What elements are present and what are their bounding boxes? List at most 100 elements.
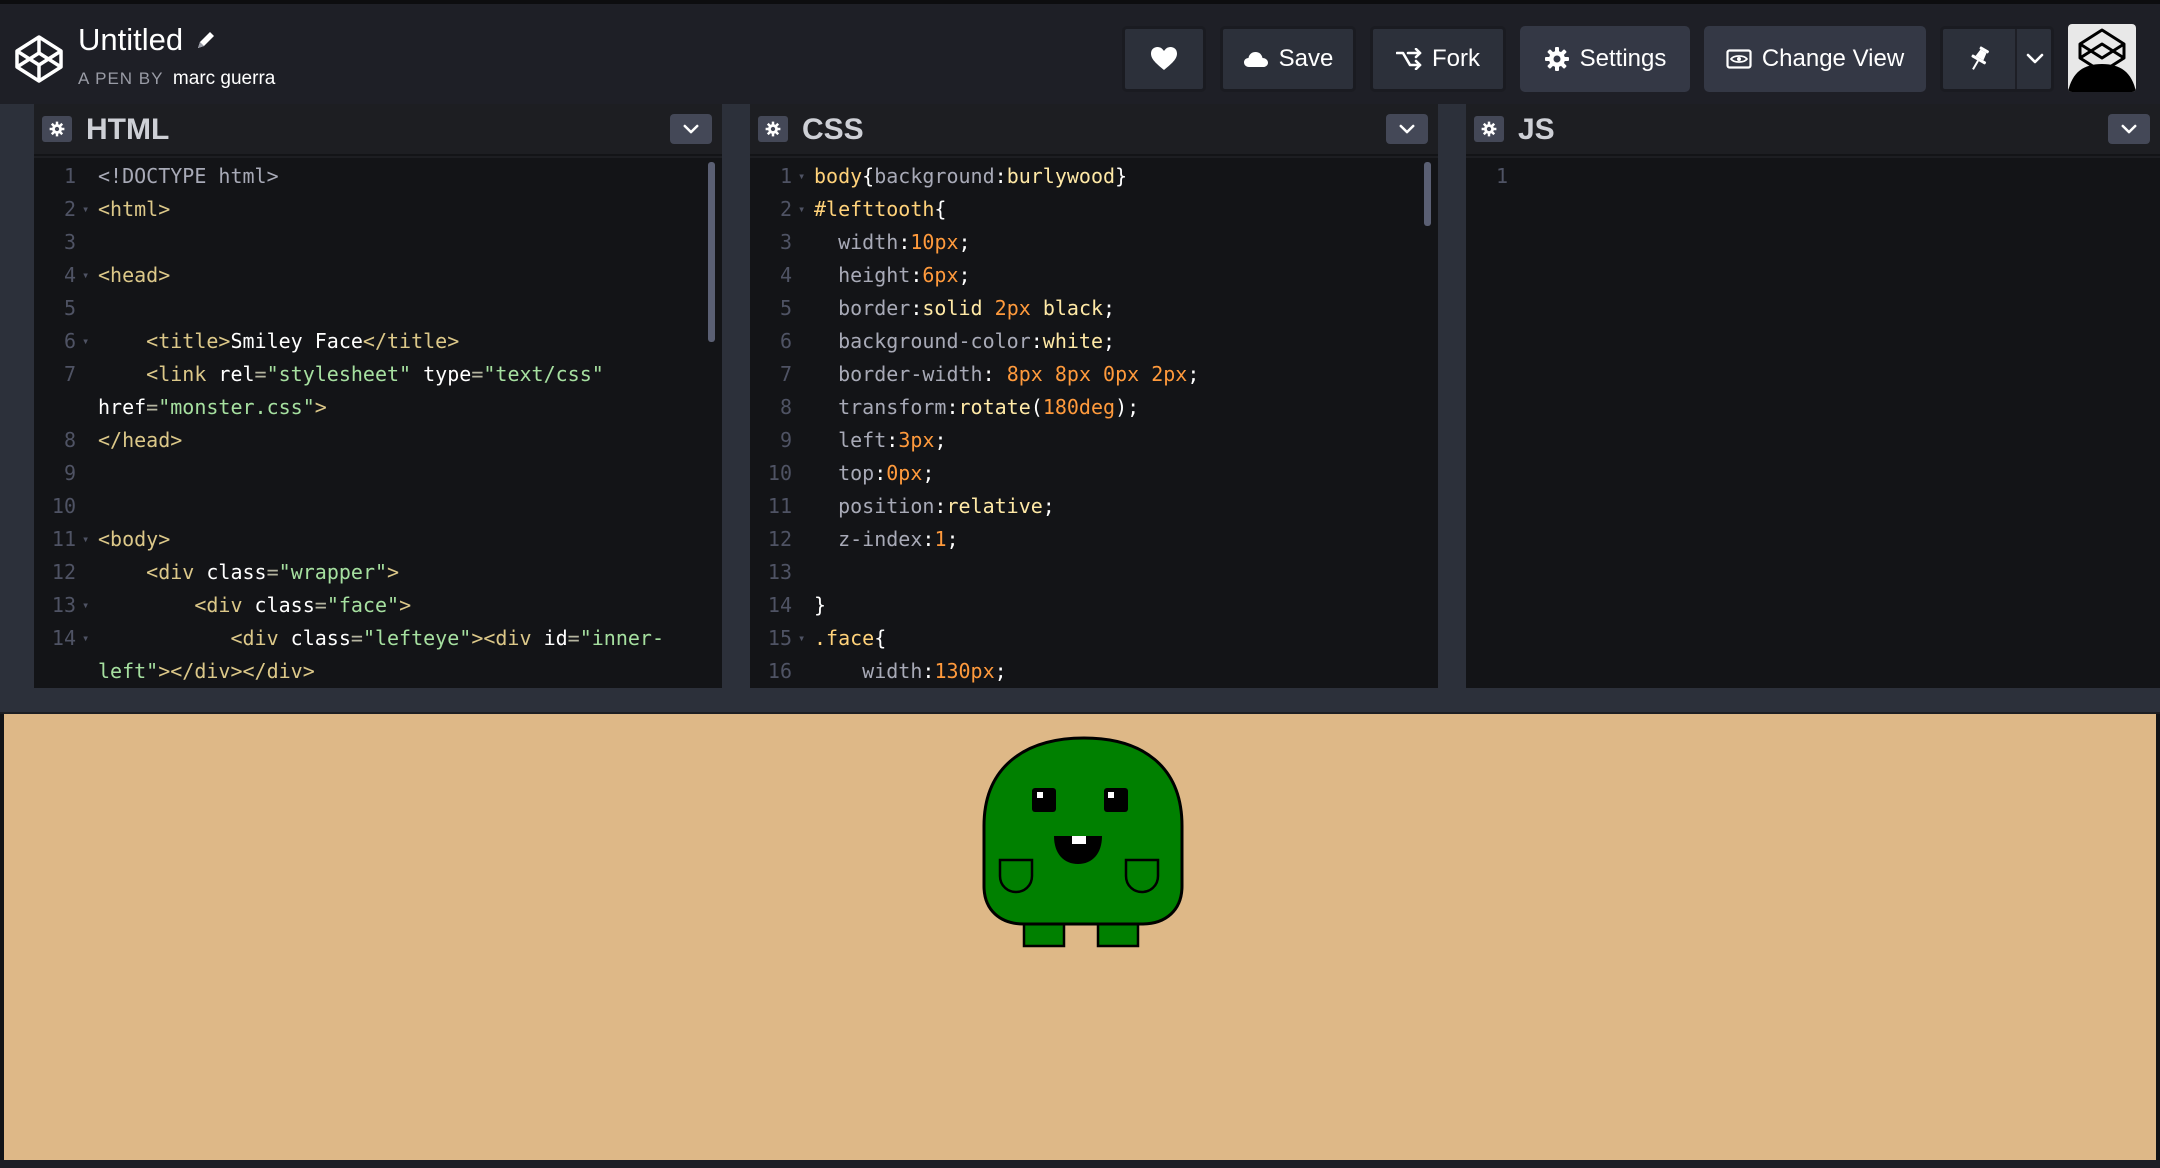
pencil-icon[interactable] [195,29,217,51]
line-number: 9 [63,461,76,485]
chevron-down-icon [2121,124,2137,133]
code-line[interactable]: 12 <div class="wrapper"> [34,556,722,589]
code-text: </head> [98,428,183,452]
code-line[interactable]: 8 transform:rotate(180deg); [750,391,1438,424]
fold-toggle-icon[interactable]: ▾ [82,523,89,556]
code-line[interactable]: 6 background-color:white; [750,325,1438,358]
code-line[interactable]: 12 z-index:1; [750,523,1438,556]
code-line[interactable]: 9 [34,457,722,490]
code-line[interactable]: 16 width:130px; [750,655,1438,688]
fold-toggle-icon[interactable]: ▾ [798,193,805,226]
code-line[interactable]: 11 ▾ <body> [34,523,722,556]
code-line[interactable]: 10 top:0px; [750,457,1438,490]
line-number: 13 [767,560,792,584]
code-line[interactable]: 2 ▾ <html> [34,193,722,226]
code-line[interactable]: 7 <link rel="stylesheet" type="text/css" [34,358,722,391]
html-settings-button[interactable] [42,116,72,142]
author-link[interactable]: marc guerra [173,68,275,89]
pin-dropdown-button[interactable] [2017,29,2053,89]
line-number: 7 [779,362,792,386]
fold-toggle-icon[interactable]: ▾ [798,622,805,655]
code-line[interactable]: 13 ▾ <div class="face"> [34,589,722,622]
top-header: Untitled A PEN BY marc guerra Save Fork [0,0,2160,104]
fold-toggle-icon[interactable]: ▾ [82,325,89,358]
code-text: <head> [98,263,171,287]
js-collapse-button[interactable] [2108,114,2150,144]
line-number: 6 [63,329,76,353]
code-text: <link rel="stylesheet" type="text/css" [146,362,604,386]
settings-button[interactable]: Settings [1520,26,1690,92]
line-number: 1 [779,164,792,188]
pen-title[interactable]: Untitled [78,22,183,58]
codepen-logo-icon[interactable] [14,34,64,84]
js-editor-header: JS [1466,104,2160,156]
preview-resize-bar[interactable] [0,688,2160,714]
fold-toggle-icon[interactable]: ▾ [82,622,89,655]
line-number: 14 [51,626,76,650]
save-button[interactable]: Save [1220,26,1356,92]
code-line[interactable]: 1 [1466,160,2160,193]
code-text: <div class="face"> [194,593,412,617]
code-text: href="monster.css"> [98,395,327,419]
code-line[interactable]: 4 ▾ <head> [34,259,722,292]
like-button[interactable] [1122,26,1206,92]
code-line[interactable]: 10 [34,490,722,523]
user-avatar[interactable] [2068,24,2136,92]
editor-gutter [0,104,34,688]
code-text: body{background:burlywood} [814,164,1128,188]
line-number: 5 [779,296,792,320]
code-line[interactable]: 6 ▾ <title>Smiley Face</title> [34,325,722,358]
monster-body [982,736,1184,926]
code-line[interactable]: 14 ▾ <div class="lefteye"><div id="inner- [34,622,722,655]
right-eye [1104,788,1128,812]
code-line[interactable]: 15 ▾ .face{ [750,622,1438,655]
code-line[interactable]: href="monster.css"> [34,391,722,424]
change-view-button[interactable]: Change View [1704,26,1926,92]
code-line[interactable]: left"></div></div> [34,655,722,688]
code-line[interactable]: 11 position:relative; [750,490,1438,523]
code-text: <div class="wrapper"> [146,560,400,584]
code-line[interactable]: 1 ▾ body{background:burlywood} [750,160,1438,193]
code-line[interactable]: 3 width:10px; [750,226,1438,259]
code-line[interactable]: 1 <!DOCTYPE html> [34,160,722,193]
pen-byline: A PEN BY marc guerra [78,68,275,90]
css-code-area[interactable]: 1 ▾ body{background:burlywood} 2 ▾ #lefttooth… [750,158,1438,688]
code-line[interactable]: 2 ▾ #lefttooth{ [750,193,1438,226]
code-line[interactable]: 4 height:6px; [750,259,1438,292]
css-settings-button[interactable] [758,116,788,142]
code-line[interactable]: 13 [750,556,1438,589]
pin-button[interactable] [1943,29,2017,89]
fold-toggle-icon[interactable]: ▾ [798,160,805,193]
html-collapse-button[interactable] [670,114,712,144]
right-pupil [1108,792,1114,798]
editor-resize-handle-1[interactable] [722,104,750,688]
code-line[interactable]: 7 border-width: 8px 8px 0px 2px; [750,358,1438,391]
fold-toggle-icon[interactable]: ▾ [82,193,89,226]
line-number: 10 [767,461,792,485]
pin-icon [1971,46,1989,70]
html-code-area[interactable]: 1 <!DOCTYPE html> 2 ▾ <html> 3 4 ▾ <head> 5 6 ▾ <ti… [34,158,722,688]
code-text: .face{ [814,626,887,650]
fork-button[interactable]: Fork [1370,26,1506,92]
html-scrollbar[interactable] [708,162,715,342]
fold-toggle-icon[interactable]: ▾ [82,589,89,622]
js-code-area[interactable]: 1 [1466,158,2160,688]
code-line[interactable]: 5 border:solid 2px black; [750,292,1438,325]
fold-toggle-icon[interactable]: ▾ [82,259,89,292]
code-line[interactable]: 8 </head> [34,424,722,457]
line-number: 2 [779,197,792,221]
code-line[interactable]: 14} [750,589,1438,622]
line-number: 11 [51,527,76,551]
code-text: top:0px; [838,461,935,485]
editor-resize-handle-2[interactable] [1438,104,1466,688]
line-number: 1 [63,164,76,188]
code-line[interactable]: 5 [34,292,722,325]
css-editor-header: CSS [750,104,1438,156]
css-scrollbar[interactable] [1424,162,1431,226]
js-settings-button[interactable] [1474,116,1504,142]
code-line[interactable]: 3 [34,226,722,259]
css-collapse-button[interactable] [1386,114,1428,144]
gear-icon [765,121,781,137]
footer-bar [0,1160,2160,1168]
code-line[interactable]: 9 left:3px; [750,424,1438,457]
